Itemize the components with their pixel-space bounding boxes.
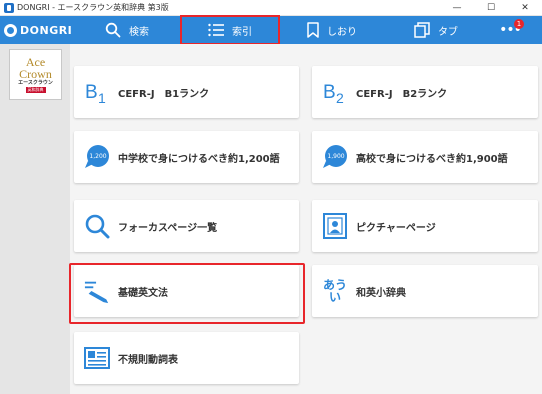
- svg-text:B: B: [323, 82, 336, 103]
- card-junior-high-words[interactable]: 1,200 中学校で身につけるべき約1,200語: [74, 131, 299, 183]
- card-cefr-b2[interactable]: B2 CEFR-J B2ランク: [312, 66, 538, 118]
- card-label: CEFR-J B1ランク: [118, 88, 210, 100]
- svg-text:2: 2: [336, 90, 344, 104]
- svg-text:1,900: 1,900: [327, 153, 344, 160]
- table-icon: [84, 345, 110, 371]
- tab-tabs[interactable]: タブ: [384, 16, 488, 44]
- card-label: フォーカスページ一覧: [118, 222, 218, 234]
- list-icon: [208, 23, 224, 37]
- b2-icon: B2: [322, 79, 348, 105]
- dongri-logo-icon: [4, 23, 17, 37]
- minimize-button[interactable]: —: [440, 0, 474, 16]
- card-irregular-verbs[interactable]: 不規則動詞表: [74, 332, 299, 384]
- card-japanese-english-dictionary[interactable]: あう い 和英小辞典: [312, 265, 538, 317]
- tab-bookmark-label: しおり: [327, 26, 357, 38]
- svg-text:B: B: [85, 82, 98, 103]
- card-high-school-words[interactable]: 1,900 高校で身につけるべき約1,900語: [312, 131, 538, 183]
- tab-index[interactable]: 索引: [180, 15, 280, 45]
- svg-text:1: 1: [98, 90, 106, 104]
- bookmark-icon: [307, 22, 319, 38]
- card-focus-pages[interactable]: フォーカスページ一覧: [74, 200, 299, 252]
- card-picture-pages[interactable]: ピクチャーページ: [312, 200, 538, 252]
- book-cover[interactable]: Ace Crown エースクラウン 英和辞典: [9, 49, 62, 100]
- logo-text: DONGRI: [20, 23, 73, 37]
- highlight-frame: [69, 263, 305, 324]
- speech-bubble-icon: 1,900: [322, 144, 348, 170]
- dongri-logo[interactable]: DONGRI: [0, 16, 74, 44]
- toolbar: DONGRI 検索 索引 しおり タブ ••• 1: [0, 15, 542, 45]
- index-menu: B1 CEFR-J B1ランク B2 CEFR-J B2ランク 1,200 中学…: [70, 44, 542, 394]
- card-label: 和英小辞典: [356, 287, 406, 299]
- book-cover-line3: エースクラウン: [18, 80, 53, 86]
- tab-search[interactable]: 検索: [74, 16, 180, 44]
- book-cover-line2: Crown: [19, 67, 52, 81]
- card-label: 高校で身につけるべき約1,900語: [356, 153, 508, 165]
- tab-tabs-label: タブ: [438, 26, 458, 38]
- speech-bubble-icon: 1,200: [84, 144, 110, 170]
- aiu-icon-bottom: い: [328, 290, 341, 304]
- more-button[interactable]: ••• 1: [488, 16, 532, 44]
- app-icon: [4, 2, 14, 13]
- card-label: 不規則動詞表: [118, 354, 178, 366]
- card-label: ピクチャーページ: [356, 222, 436, 234]
- tab-index-label: 索引: [232, 26, 252, 38]
- window-title: DONGRI - エースクラウン英和辞典 第3版: [17, 3, 169, 12]
- card-label: 中学校で身につけるべき約1,200語: [118, 153, 280, 165]
- card-label: CEFR-J B2ランク: [356, 88, 448, 100]
- maximize-button[interactable]: ☐: [474, 0, 508, 16]
- aiu-icon: あう い: [322, 278, 348, 304]
- tabs-icon: [414, 22, 430, 38]
- tab-bookmark[interactable]: しおり: [280, 16, 384, 44]
- book-cover-line4: 英和辞典: [25, 87, 46, 93]
- card-cefr-b1[interactable]: B1 CEFR-J B1ランク: [74, 66, 299, 118]
- notification-badge: 1: [514, 19, 524, 29]
- search-icon: [84, 213, 110, 239]
- search-icon: [105, 22, 121, 38]
- close-button[interactable]: ✕: [508, 0, 542, 16]
- title-bar: DONGRI - エースクラウン英和辞典 第3版 — ☐ ✕: [0, 0, 542, 16]
- tab-search-label: 検索: [129, 26, 149, 38]
- sidebar: Ace Crown エースクラウン 英和辞典: [0, 44, 70, 394]
- svg-text:1,200: 1,200: [89, 153, 106, 160]
- b1-icon: B1: [84, 79, 110, 105]
- picture-icon: [322, 213, 348, 239]
